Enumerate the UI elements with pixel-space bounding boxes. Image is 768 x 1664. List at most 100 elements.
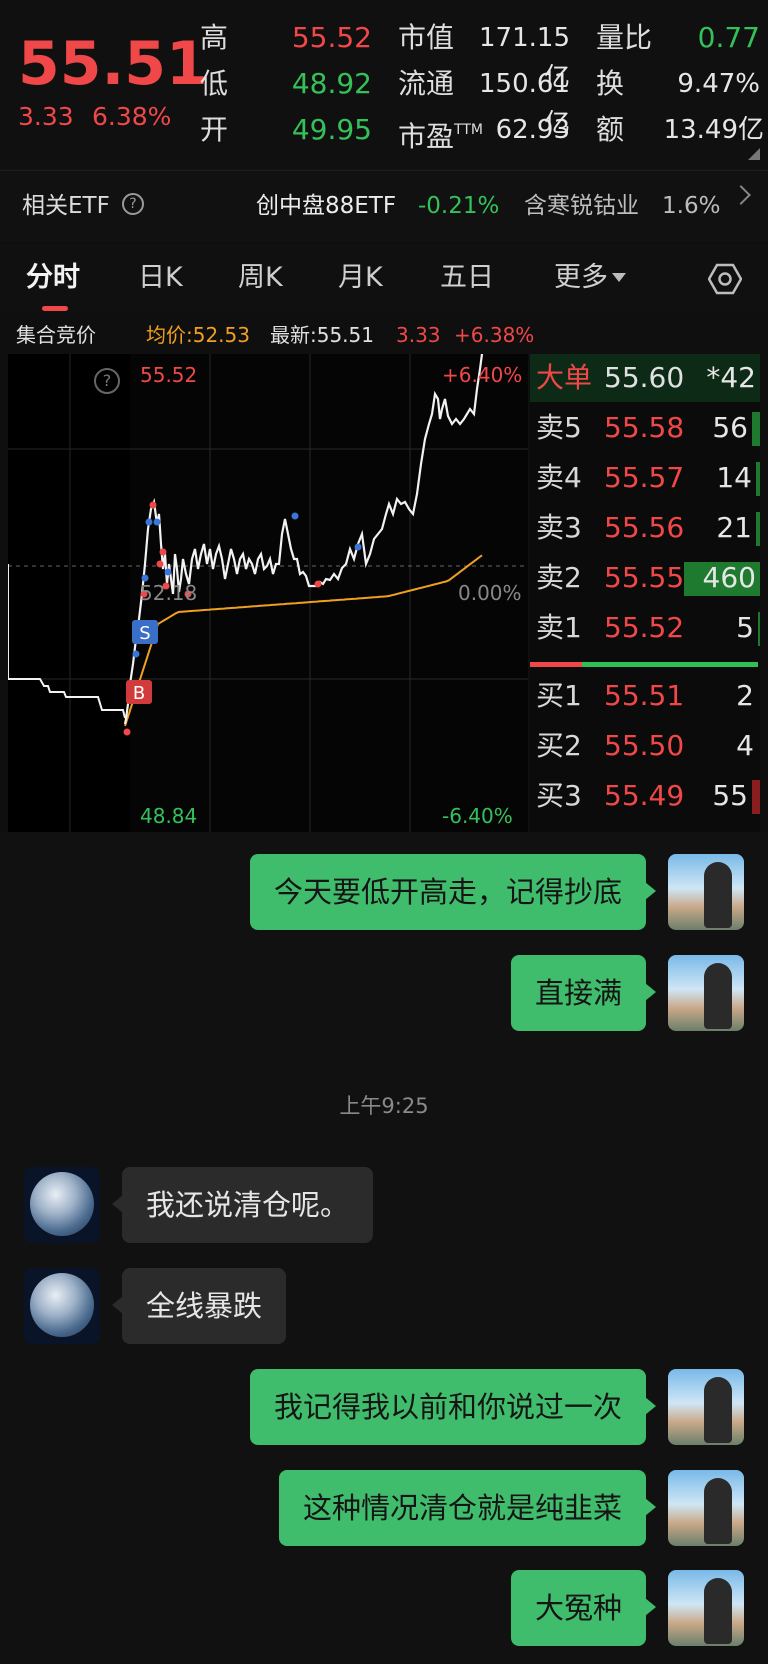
turnover-value: 9.47%	[677, 69, 760, 99]
tab-five-day[interactable]: 五日	[440, 260, 494, 296]
ask-label: 卖1	[536, 611, 582, 644]
big-order-row: 大单 55.60 *42	[530, 354, 760, 402]
turnover-label: 换	[596, 67, 625, 100]
intraday-chart-svg: S B	[8, 354, 528, 832]
auction-label: 集合竞价	[16, 323, 96, 347]
info-change: 3.33	[396, 323, 441, 347]
active-tab-indicator	[42, 306, 68, 311]
tab-daily-k[interactable]: 日K	[138, 260, 183, 296]
chat-bubble-sent[interactable]: 直接满	[510, 955, 657, 1031]
help-icon[interactable]: ?	[122, 193, 144, 215]
my-avatar[interactable]	[668, 1470, 744, 1546]
chart-grid	[8, 354, 528, 832]
ask-volume-bar	[752, 412, 760, 446]
current-price: 55.51	[18, 29, 208, 99]
etf-sector: 含寒锐钴业	[524, 193, 639, 219]
ask-price: 55.58	[604, 411, 685, 444]
etf-name[interactable]: 创中盘88ETF	[256, 189, 396, 223]
ask-price: 55.55	[604, 561, 685, 594]
book-divider-bid	[530, 662, 582, 667]
ask-row[interactable]: 卖1 55.52 5	[530, 604, 760, 652]
chat-bubble-sent[interactable]: 这种情况清仓就是纯韭菜	[278, 1470, 657, 1546]
ask-volume: 21	[716, 511, 752, 544]
expand-corner-icon[interactable]	[748, 148, 760, 160]
big-order-volume: *42	[706, 361, 756, 394]
ask-volume-bar	[756, 512, 760, 546]
quote-header: 55.51 3.33 6.38% 高 低 开 55.52 48.92 49.95…	[0, 0, 768, 170]
ask-volume-bar	[758, 612, 760, 646]
trade-dot	[153, 518, 161, 526]
bid-price: 55.51	[604, 679, 685, 712]
chat-bubble-received[interactable]: 我还说清仓呢。	[111, 1167, 374, 1243]
statue-image	[704, 1377, 732, 1443]
chat-bubble-sent[interactable]: 大冤种	[510, 1570, 657, 1646]
my-avatar[interactable]	[668, 854, 744, 930]
amount-value: 13.49亿	[663, 115, 764, 145]
bid-row[interactable]: 买1 55.51 2	[530, 672, 760, 720]
etf-change: -0.21%	[418, 193, 500, 219]
open-value: 49.95	[291, 113, 372, 146]
bid-volume-bar	[752, 780, 760, 814]
tab-more[interactable]: 更多	[554, 260, 626, 296]
chart-top-pct: +6.40%	[442, 363, 523, 387]
chat-bubble-received[interactable]: 全线暴跌	[111, 1268, 287, 1344]
ask-price: 55.56	[604, 511, 685, 544]
ask-label: 卖2	[536, 561, 582, 594]
sell-marker: S	[132, 620, 158, 644]
price-change-pct: 6.38%	[92, 102, 172, 131]
chat-bubble-sent[interactable]: 今天要低开高走，记得抄底	[249, 854, 657, 930]
float-label: 流通	[398, 67, 455, 100]
tab-weekly-k[interactable]: 周K	[238, 260, 283, 296]
caret-down-icon	[612, 273, 626, 282]
mktcap-label: 市值	[398, 21, 455, 54]
etf-weight: 1.6%	[662, 193, 721, 219]
ask-row[interactable]: 卖3 55.56 21	[530, 504, 760, 552]
order-book[interactable]: 大单 55.60 *42 卖5 55.58 56 卖4 55.57 14 卖3 …	[530, 354, 760, 832]
book-divider-ask	[582, 662, 758, 667]
ask-price: 55.57	[604, 461, 685, 494]
my-avatar[interactable]	[668, 1369, 744, 1445]
bid-label: 买1	[536, 679, 582, 712]
trade-dot	[156, 560, 164, 568]
ask-row[interactable]: 卖4 55.57 14	[530, 454, 760, 502]
trade-dot	[149, 501, 157, 509]
tab-more-label: 更多	[554, 262, 608, 293]
contact-avatar[interactable]	[24, 1268, 100, 1344]
my-avatar[interactable]	[668, 1570, 744, 1646]
tab-monthly-k[interactable]: 月K	[338, 260, 383, 296]
bid-row[interactable]: 买3 55.49 55	[530, 772, 760, 820]
chart-help-icon[interactable]: ?	[94, 368, 120, 394]
trade-dot	[291, 512, 299, 520]
tab-intraday[interactable]: 分时	[26, 260, 80, 296]
volume-ratio-label: 量比	[596, 21, 653, 54]
statue-image	[704, 862, 732, 928]
chart-tabs: 分时 日K 周K 月K 五日 更多	[0, 244, 768, 312]
trade-dot	[164, 568, 172, 576]
ask-row[interactable]: 卖5 55.58 56	[530, 404, 760, 452]
bid-row[interactable]: 买2 55.50 4	[530, 722, 760, 770]
related-etf-row[interactable]: 相关ETF 创中盘88ETF -0.21% 含寒锐钴业 1.6%	[0, 170, 768, 242]
contact-avatar[interactable]	[24, 1167, 100, 1243]
settings-hexagon-icon[interactable]	[708, 262, 742, 296]
ask-price: 55.52	[604, 611, 685, 644]
chart-mid-price: 52.18	[140, 581, 198, 605]
ask-volume-bar	[756, 462, 760, 496]
price-line	[123, 354, 484, 725]
ask-label: 卖3	[536, 511, 582, 544]
chat-bubble-sent[interactable]: 我记得我以前和你说过一次	[249, 1369, 657, 1445]
svg-text:S: S	[139, 623, 150, 644]
my-avatar[interactable]	[668, 955, 744, 1031]
trade-dot	[314, 580, 322, 588]
chat-timestamp: 上午9:25	[339, 1094, 429, 1118]
latest-price: 最新:55.51	[270, 323, 374, 347]
info-change-pct: +6.38%	[454, 323, 535, 347]
related-etf-label: 相关ETF	[22, 193, 110, 219]
trade-dots	[123, 501, 362, 736]
ask-row[interactable]: 卖2 55.55 460	[530, 554, 760, 602]
price-change: 3.33	[18, 102, 74, 131]
ask-label: 卖5	[536, 411, 582, 444]
trade-dot	[123, 728, 131, 736]
avg-price: 均价:52.53	[146, 323, 250, 347]
volume-ratio-value: 0.77	[697, 21, 760, 54]
big-order-price: 55.60	[604, 361, 685, 394]
